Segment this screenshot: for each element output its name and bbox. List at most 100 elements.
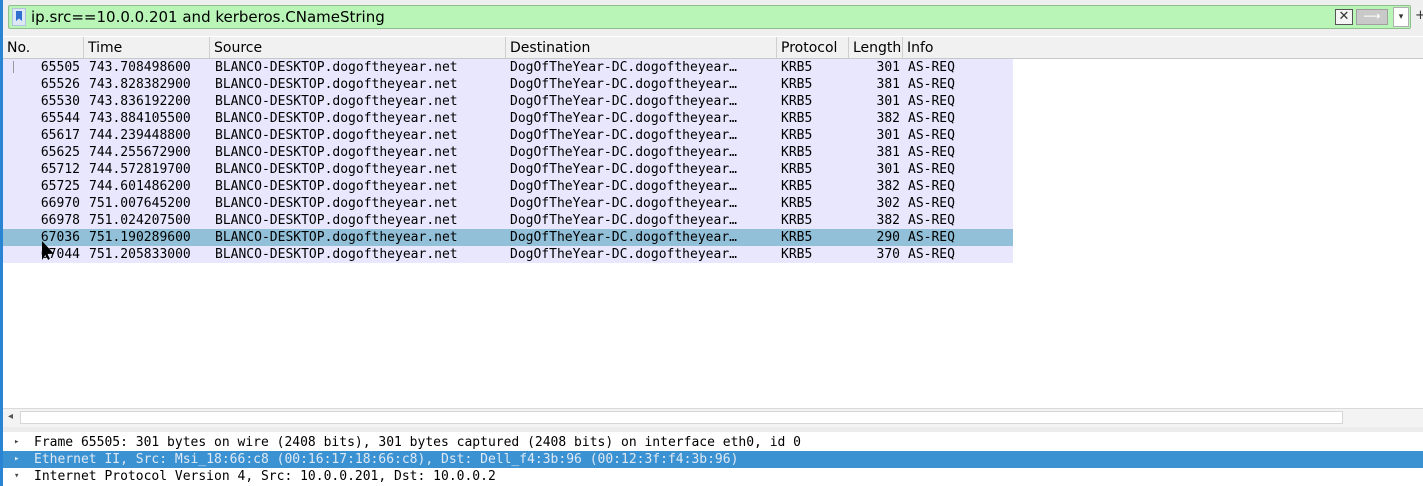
display-filter-toolbar: ip.src==10.0.0.201 and kerberos.CNameStr… [3,0,1423,36]
packet-list-horizontal-scrollbar[interactable]: ◂ [3,408,1423,428]
cell-length: 290 [876,230,900,245]
table-row[interactable]: 65617 744.239448800 BLANCO-DESKTOP.dogofth… [3,127,1013,144]
cell-destination: DogOfTheYear-DC.dogoftheyear… [510,60,737,75]
cell-protocol: KRB5 [781,179,813,194]
cell-no: 65505 [40,60,80,75]
column-header-no[interactable]: No. [3,37,84,58]
column-header-destination[interactable]: Destination [506,37,777,58]
cell-time: 743.836192200 [89,94,191,109]
cell-destination: DogOfTheYear-DC.dogoftheyear… [510,179,737,194]
cell-destination: DogOfTheYear-DC.dogoftheyear… [510,230,737,245]
column-header-info[interactable]: Info [903,37,1423,58]
cell-info: AS-REQ [908,60,955,75]
apply-filter-arrow-icon[interactable]: ⟶ [1356,9,1388,25]
cell-info: AS-REQ [908,94,955,109]
cell-protocol: KRB5 [781,94,813,109]
cell-info: AS-REQ [908,213,955,228]
cell-time: 743.828382900 [89,77,191,92]
display-filter-input[interactable]: ip.src==10.0.0.201 and kerberos.CNameStr… [8,5,1411,29]
cell-source: BLANCO-DESKTOP.dogoftheyear.net [215,111,458,126]
cell-protocol: KRB5 [781,196,813,211]
detail-tree-item[interactable]: ▾ Internet Protocol Version 4, Src: 10.0.… [3,468,1423,485]
cell-source: BLANCO-DESKTOP.dogoftheyear.net [215,230,458,245]
filter-history-chevron-down-icon[interactable]: ▾ [1393,7,1409,27]
cell-no: 65544 [40,111,80,126]
cell-destination: DogOfTheYear-DC.dogoftheyear… [510,77,737,92]
cell-no: 66970 [40,196,80,211]
cell-time: 751.190289600 [89,230,191,245]
cell-info: AS-REQ [908,162,955,177]
cell-info: AS-REQ [908,128,955,143]
detail-tree-label: Ethernet II, Src: Msi_18:66:c8 (00:16:17… [34,452,739,467]
cell-length: 301 [876,162,900,177]
table-row[interactable]: 65625 744.255672900 BLANCO-DESKTOP.dogofth… [3,144,1013,161]
cell-time: 744.572819700 [89,162,191,177]
filter-bookmark-icon[interactable] [12,8,26,26]
add-filter-button-icon[interactable]: + [1415,6,1423,26]
cell-protocol: KRB5 [781,230,813,245]
cell-length: 381 [876,77,900,92]
cell-source: BLANCO-DESKTOP.dogoftheyear.net [215,77,458,92]
packet-details-pane[interactable]: ▸ Frame 65505: 301 bytes on wire (2408 bi… [3,432,1423,486]
cell-time: 743.884105500 [89,111,191,126]
detail-tree-item[interactable]: ▸ Ethernet II, Src: Msi_18:66:c8 (00:16:1… [3,451,1423,468]
cell-length: 382 [876,213,900,228]
cell-time: 744.239448800 [89,128,191,143]
cell-length: 381 [876,145,900,160]
scrollbar-thumb[interactable] [20,411,1343,424]
scroll-left-arrow-icon[interactable]: ◂ [8,411,13,422]
table-row[interactable]: 65544 743.884105500 BLANCO-DESKTOP.dogofth… [3,110,1013,127]
cell-destination: DogOfTheYear-DC.dogoftheyear… [510,94,737,109]
cell-info: AS-REQ [908,230,955,245]
detail-tree-label: Frame 65505: 301 bytes on wire (2408 bit… [34,435,802,450]
table-row[interactable]: 65526 743.828382900 BLANCO-DESKTOP.dogofth… [3,76,1013,93]
column-header-protocol[interactable]: Protocol [777,37,849,58]
cell-time: 744.601486200 [89,179,191,194]
cell-time: 751.024207500 [89,213,191,228]
cell-destination: DogOfTheYear-DC.dogoftheyear… [510,196,737,211]
table-row[interactable]: 65505 743.708498600 BLANCO-DESKTOP.dogofth… [3,59,1013,76]
cell-source: BLANCO-DESKTOP.dogoftheyear.net [215,60,458,75]
column-header-time[interactable]: Time [84,37,210,58]
cell-destination: DogOfTheYear-DC.dogoftheyear… [510,213,737,228]
related-packet-indicator [13,61,14,73]
cell-time: 751.007645200 [89,196,191,211]
cell-source: BLANCO-DESKTOP.dogoftheyear.net [215,94,458,109]
table-row[interactable]: 65725 744.601486200 BLANCO-DESKTOP.dogofth… [3,178,1013,195]
detail-tree-label: Internet Protocol Version 4, Src: 10.0.0… [34,469,496,484]
packet-list[interactable]: 65505 743.708498600 BLANCO-DESKTOP.dogofth… [3,59,1423,407]
cell-protocol: KRB5 [781,128,813,143]
detail-tree-item[interactable]: ▸ Frame 65505: 301 bytes on wire (2408 bi… [3,434,1423,451]
collapsed-arrow-icon[interactable]: ▸ [14,434,19,451]
cell-source: BLANCO-DESKTOP.dogoftheyear.net [215,247,458,262]
cell-time: 751.205833000 [89,247,191,262]
cell-destination: DogOfTheYear-DC.dogoftheyear… [510,247,737,262]
cell-no: 65625 [40,145,80,160]
table-row[interactable]: 67044 751.205833000 BLANCO-DESKTOP.dogofth… [3,246,1013,263]
cell-protocol: KRB5 [781,247,813,262]
clear-filter-icon[interactable]: ✕ [1335,9,1353,25]
cell-protocol: KRB5 [781,111,813,126]
filter-expression[interactable]: ip.src==10.0.0.201 and kerberos.CNameStr… [31,8,385,26]
cell-time: 743.708498600 [89,60,191,75]
cell-source: BLANCO-DESKTOP.dogoftheyear.net [215,213,458,228]
cell-length: 301 [876,94,900,109]
cell-length: 382 [876,111,900,126]
cell-source: BLANCO-DESKTOP.dogoftheyear.net [215,145,458,160]
cell-source: BLANCO-DESKTOP.dogoftheyear.net [215,128,458,143]
cell-info: AS-REQ [908,247,955,262]
table-row-selected[interactable]: 67036 751.190289600 BLANCO-DESKTOP.dogofth… [3,229,1013,246]
cell-source: BLANCO-DESKTOP.dogoftheyear.net [215,196,458,211]
column-header-source[interactable]: Source [210,37,506,58]
cell-destination: DogOfTheYear-DC.dogoftheyear… [510,145,737,160]
cell-length: 370 [876,247,900,262]
table-row[interactable]: 66970 751.007645200 BLANCO-DESKTOP.dogofth… [3,195,1013,212]
cell-no: 65530 [40,94,80,109]
table-row[interactable]: 66978 751.024207500 BLANCO-DESKTOP.dogofth… [3,212,1013,229]
collapsed-arrow-icon[interactable]: ▸ [14,451,19,468]
column-header-length[interactable]: Length [849,37,903,58]
table-row[interactable]: 65530 743.836192200 BLANCO-DESKTOP.dogofth… [3,93,1013,110]
table-row[interactable]: 65712 744.572819700 BLANCO-DESKTOP.dogofth… [3,161,1013,178]
cell-length: 302 [876,196,900,211]
expanded-arrow-icon[interactable]: ▾ [14,468,19,485]
